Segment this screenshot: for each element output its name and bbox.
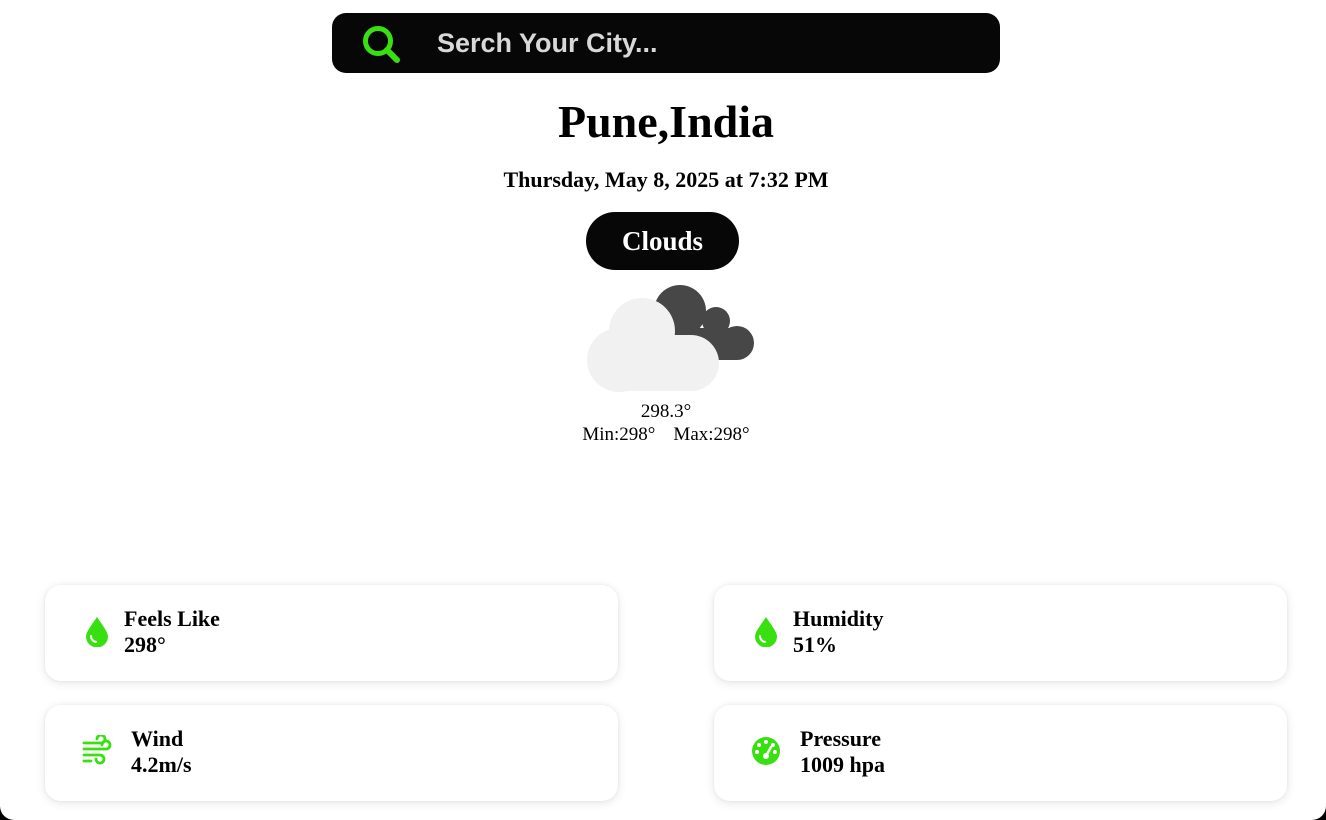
droplet-icon [86,617,108,647]
date-time: Thursday, May 8, 2025 at 7:32 PM [503,167,829,192]
pressure-text: Pressure 1009 hpa [800,726,885,778]
temperature: 298.3° [640,401,692,422]
feels-like-value: 298° [124,632,166,657]
wind-icon [82,735,112,765]
condition-badge: Clouds [586,212,739,270]
min-temperature: Min:298° [582,424,656,445]
wind-value: 4.2m/s [131,752,192,777]
feels-like-text: Feels Like 298° [124,606,220,658]
humidity-card: Humidity 51% [714,585,1287,681]
humidity-text: Humidity 51% [793,606,883,658]
wind-text: Wind 4.2m/s [131,726,192,778]
feels-like-card: Feels Like 298° [45,585,618,681]
wind-card: Wind 4.2m/s [45,705,618,801]
search-bar [332,13,1000,73]
search-icon[interactable] [360,23,402,65]
pressure-card: Pressure 1009 hpa [714,705,1287,801]
feels-like-label: Feels Like [124,606,220,631]
weather-app: Pune,India Thursday, May 8, 2025 at 7:32… [0,0,1326,820]
max-temperature: Max:298° [673,424,750,445]
humidity-value: 51% [793,632,837,657]
gauge-icon [752,737,780,765]
city-name: Pune,India [557,96,775,147]
search-input[interactable] [432,21,982,65]
droplet-icon [755,617,777,647]
wind-label: Wind [131,726,184,751]
pressure-label: Pressure [800,726,882,751]
min-max-temperature: Min:298° Max:298° [0,423,1326,447]
humidity-label: Humidity [793,606,884,631]
clouds-icon [587,285,754,392]
pressure-value: 1009 hpa [800,752,885,777]
